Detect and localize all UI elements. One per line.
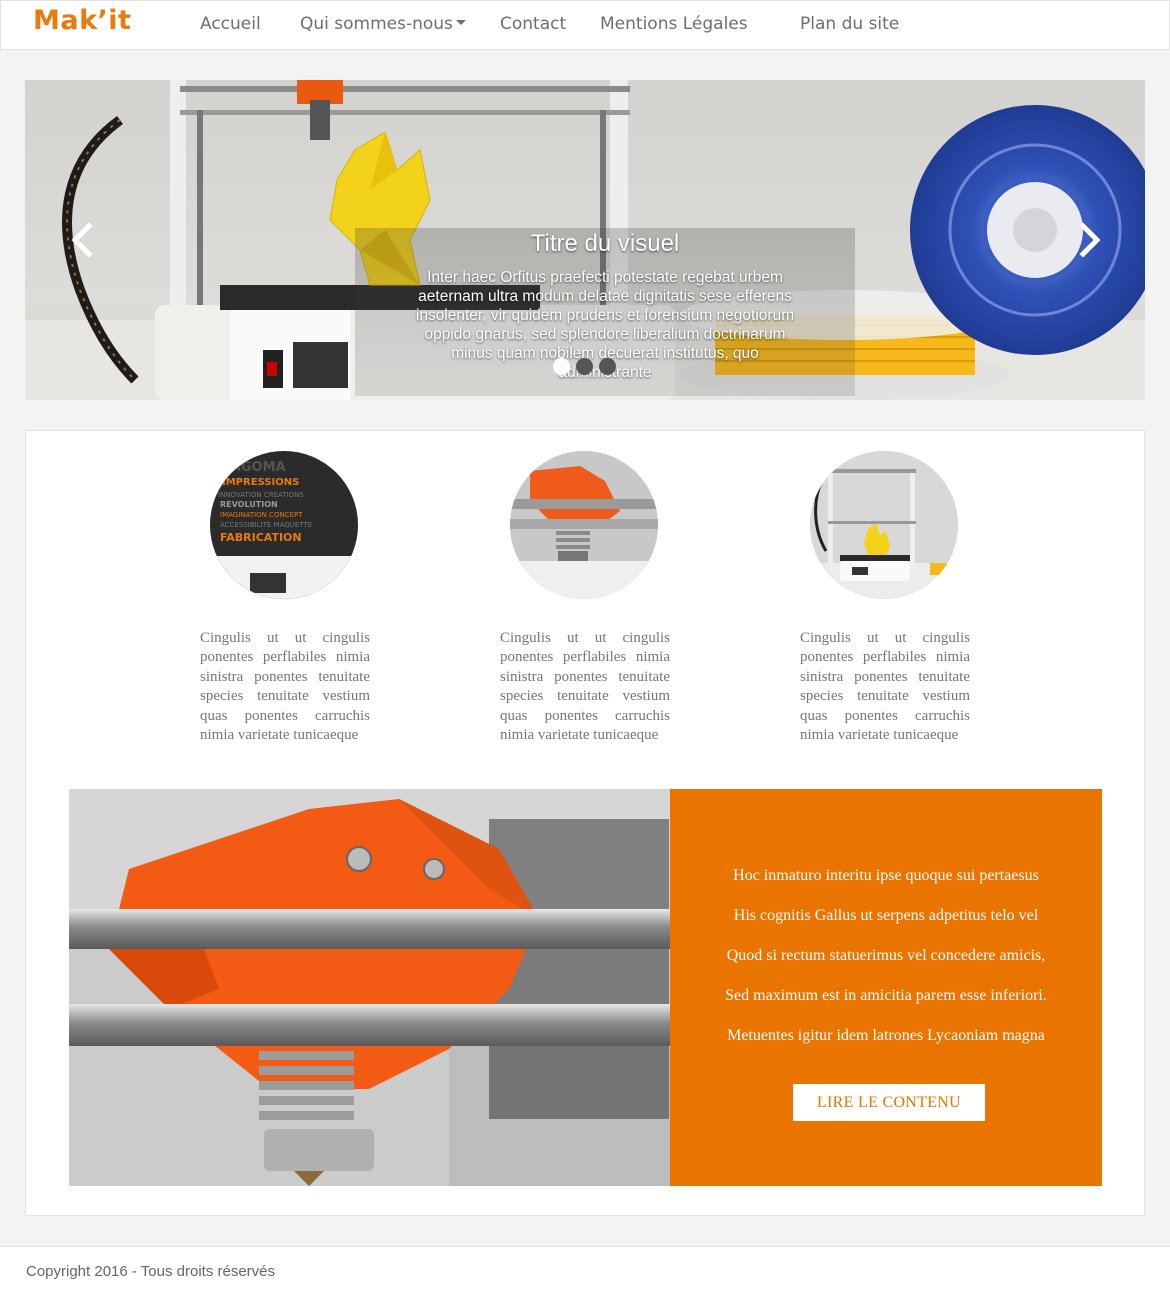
feature-card: DAGOMA IMPRESSIONS INNOVATION CREATIONS … (200, 451, 370, 745)
nav-item-plan-du-site[interactable]: Plan du site (800, 14, 899, 34)
svg-text:DAGOMA: DAGOMA (220, 460, 286, 475)
svg-text:REVOLUTION: REVOLUTION (220, 500, 278, 509)
top-navbar: Mak’it Accueil Qui sommes-nous Contact M… (0, 0, 1170, 50)
hero-carousel[interactable]: Titre du visuel Inter haec Orfitus praef… (25, 80, 1145, 400)
feature-text: Cingulis ut ut cingulis ponentes perflab… (500, 630, 670, 744)
svg-text:IMPRESSIONS: IMPRESSIONS (222, 477, 299, 488)
printer-bunny-image (810, 451, 958, 599)
read-content-button[interactable]: LIRE LE CONTENU (793, 1084, 985, 1121)
caret-down-icon (455, 19, 466, 25)
footer: Copyright 2016 - Tous droits réservés (0, 1246, 1170, 1296)
promo-line: Sed maximum est in amicitia parem esse i… (725, 987, 1047, 1004)
promo-line: His cognitis Gallus ut serpens adpetitus… (733, 907, 1039, 924)
fabrication-text-image: DAGOMA IMPRESSIONS INNOVATION CREATIONS … (210, 451, 358, 599)
carousel-dot-3[interactable] (599, 358, 616, 375)
carousel-indicators (553, 358, 622, 378)
svg-text:ACCESSIBILITE MAQUETTE: ACCESSIBILITE MAQUETTE (220, 521, 312, 529)
promo-line: Hoc inmaturo interitu ipse quoque sui pe… (733, 867, 1039, 884)
feature-card: Cingulis ut ut cingulis ponentes perflab… (800, 451, 970, 745)
printer-head-image (510, 451, 658, 599)
promo-text: Hoc inmaturo interitu ipse quoque sui pe… (670, 861, 1102, 1061)
feature-text: Cingulis ut ut cingulis ponentes perflab… (800, 630, 970, 744)
svg-text:FABRICATION: FABRICATION (220, 531, 302, 544)
carousel-dot-1[interactable] (553, 358, 570, 375)
brand-logo[interactable]: Mak’it (33, 5, 131, 36)
promo-panel: Hoc inmaturo interitu ipse quoque sui pe… (670, 789, 1102, 1186)
chevron-left-icon[interactable] (63, 220, 103, 260)
extruder-closeup-image (69, 789, 670, 1186)
feature-card: Cingulis ut ut cingulis ponentes perflab… (500, 451, 670, 745)
promo-line: Quod si rectum statuerimus vel concedere… (726, 947, 1046, 964)
promo-line: Metuentes igitur idem latrones Lycaoniam… (727, 1027, 1045, 1044)
nav-item-contact[interactable]: Contact (500, 14, 566, 34)
feature-text: Cingulis ut ut cingulis ponentes perflab… (200, 630, 370, 744)
nav-item-label: Qui sommes-nous (300, 14, 453, 34)
copyright-text: Copyright 2016 - Tous droits réservés (26, 1263, 276, 1280)
carousel-title: Titre du visuel (530, 230, 680, 257)
carousel-dot-2[interactable] (576, 358, 593, 375)
svg-text:INNOVATION CREATIONS: INNOVATION CREATIONS (218, 491, 304, 499)
nav-item-qui-sommes-nous[interactable]: Qui sommes-nous (300, 14, 466, 34)
chevron-right-icon[interactable] (1069, 220, 1109, 260)
main-content: DAGOMA IMPRESSIONS INNOVATION CREATIONS … (25, 430, 1145, 1216)
nav-item-mentions-legales[interactable]: Mentions Légales (600, 14, 748, 34)
nav-item-accueil[interactable]: Accueil (200, 14, 261, 34)
svg-text:IMAGINATION CONCEPT: IMAGINATION CONCEPT (220, 511, 303, 519)
